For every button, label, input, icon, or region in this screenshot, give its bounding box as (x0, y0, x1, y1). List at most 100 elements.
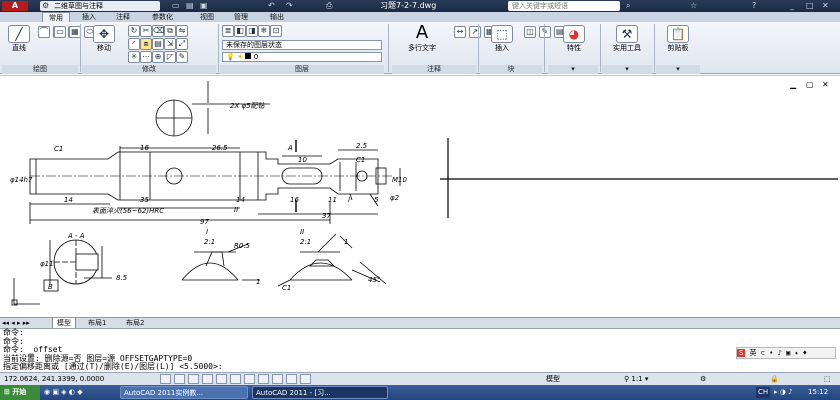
snap-toggle[interactable] (160, 374, 171, 384)
ime-toolbar[interactable]: S 英 ⊂ • ♪ ▣ ✦ ♦ (736, 347, 836, 359)
insert-button[interactable]: ⬚ 插入 (482, 25, 522, 53)
annotation-scale[interactable]: ⚲ 1:1 ▾ (624, 373, 648, 385)
lock-icon[interactable]: 🔒 (770, 373, 779, 385)
minimize-button[interactable]: _ (790, 0, 794, 12)
drawing-canvas[interactable]: ▁ ▢ ✕ 2X φ5配钻 C1 16 26.5 A 10 2.5 C1 φ14… (0, 75, 840, 316)
mirror-icon[interactable]: ⇋ (176, 25, 188, 37)
redo-icon[interactable]: ↷ (286, 0, 293, 12)
layer-isolate-icon[interactable]: ◧ (234, 25, 246, 37)
create-block-icon[interactable]: ◫ (524, 26, 536, 38)
layer-off-icon[interactable]: ◨ (246, 25, 258, 37)
explode-icon[interactable]: ✳ (128, 51, 140, 63)
chamfer-dim: C1 (54, 145, 63, 153)
group-label-layers[interactable]: 图层 (220, 65, 384, 74)
utilities-expander[interactable]: ▾ (602, 65, 652, 74)
layer-properties-icon[interactable]: ≣ (222, 25, 234, 37)
layer-state-dropdown[interactable]: 未保存的图层状态 (222, 40, 382, 50)
undo-icon[interactable]: ↶ (268, 0, 275, 12)
star-icon[interactable]: ☆ (690, 0, 697, 12)
print-icon[interactable]: ⎙ (326, 0, 332, 12)
new-icon[interactable]: ▭ (172, 0, 180, 12)
taskbar-item[interactable]: AutoCAD 2011实例教... (120, 386, 248, 399)
start-button[interactable]: ⊞ 开始 (0, 385, 40, 400)
3d-osnap-toggle[interactable] (230, 374, 241, 384)
layer-freeze-icon[interactable]: ❄ (258, 25, 270, 37)
dim-11: 11 (328, 196, 337, 204)
clean-screen-icon[interactable]: ⬚ (824, 373, 831, 385)
search-icon[interactable]: ⌕ (626, 0, 630, 12)
polyline-icon[interactable]: ⌒ (38, 26, 50, 38)
save-icon[interactable]: ▣ (200, 0, 208, 12)
coordinate-readout: 172.0624, 241.3399, 0.0000 (4, 375, 105, 383)
ortho-toggle[interactable] (188, 374, 199, 384)
lineweight-toggle[interactable] (286, 374, 297, 384)
command-prompt[interactable]: 指定偏移距离或 [通过(T)/删除(E)/图层(L)] <5.5000>: (3, 363, 840, 372)
clipboard-button[interactable]: 📋 剪贴板 (658, 25, 698, 53)
dimension-icon[interactable]: ↔ (454, 26, 466, 38)
command-window[interactable]: 命令: 命令: 命令: _offset 当前设置: 删除源=否 图层=源 OFF… (0, 328, 840, 372)
stretch-icon[interactable]: ⇲ (164, 38, 176, 50)
array-icon[interactable]: ▤ (152, 38, 164, 50)
close-button[interactable]: ✕ (822, 0, 829, 12)
fillet-icon[interactable]: ◜ (128, 38, 140, 50)
properties-expander[interactable]: ▾ (548, 65, 598, 74)
join-icon[interactable]: ⊕ (152, 51, 164, 63)
model-space-button[interactable]: 模型 (546, 373, 560, 385)
scale-icon[interactable]: ⤢ (176, 38, 188, 50)
grid-toggle[interactable] (174, 374, 185, 384)
tab-home[interactable]: 常用 (42, 12, 70, 22)
properties-button[interactable]: ◕ 特性 (556, 25, 592, 53)
group-label-draw[interactable]: 绘图 (2, 65, 78, 74)
line-button[interactable]: ╱ 直线 (4, 25, 34, 53)
chamfer-icon[interactable]: ◸ (164, 51, 176, 63)
tab-annotate[interactable]: 注释 (110, 12, 136, 22)
windows-logo-icon: ⊞ (4, 388, 10, 396)
taskbar-item-active[interactable]: AutoCAD 2011 - [习... (252, 386, 388, 399)
search-input[interactable]: 键入关键字或短语 (508, 1, 620, 11)
ime-indicator[interactable]: CH (756, 387, 771, 398)
clipboard-expander[interactable]: ▾ (656, 65, 700, 74)
layer-dropdown[interactable]: 💡 ☀ 0 (222, 52, 382, 62)
edit-icon[interactable]: ✎ (176, 51, 188, 63)
offset-icon[interactable]: ⧈ (140, 38, 152, 50)
osnap-toggle[interactable] (216, 374, 227, 384)
utilities-button[interactable]: ⚒ 实用工具 (604, 25, 650, 53)
tab-parametric[interactable]: 参数化 (146, 12, 179, 22)
dim-35: 35 (140, 196, 149, 204)
tab-manage[interactable]: 管理 (228, 12, 254, 22)
layer-lock-icon[interactable]: ⊡ (270, 25, 282, 37)
tab-view[interactable]: 视图 (194, 12, 220, 22)
group-label-annotation[interactable]: 注释 (392, 65, 476, 74)
break-icon[interactable]: ⋯ (140, 51, 152, 63)
rectangle-icon[interactable]: ▭ (54, 26, 66, 38)
window-title: 习题7-2-7.dwg (380, 1, 437, 10)
quick-launch[interactable]: ◉ ▣ ◈ ◐ ◆ (44, 385, 83, 400)
ime-lang-icon: 英 ⊂ • ♪ ▣ ✦ ♦ (749, 349, 808, 357)
tab-output[interactable]: 输出 (264, 12, 290, 22)
group-label-block[interactable]: 块 (480, 65, 542, 74)
chamfer-dim: C1 (356, 156, 365, 164)
copy-icon[interactable]: ⧉ (164, 25, 176, 37)
move-button[interactable]: ✥ 移动 (84, 25, 124, 53)
dyn-toggle[interactable] (272, 374, 283, 384)
detail-ii-scale: 2:1 (300, 238, 311, 246)
tray-icons[interactable]: ▸ ◑ ♪ (774, 385, 793, 400)
leader-icon[interactable]: ↗ (468, 26, 481, 38)
ducs-toggle[interactable] (258, 374, 269, 384)
trim-icon[interactable]: ✂ (140, 25, 152, 37)
maximize-button[interactable]: □ (806, 0, 814, 12)
otrack-toggle[interactable] (244, 374, 255, 384)
group-label-modify[interactable]: 修改 (82, 65, 216, 74)
tab-insert[interactable]: 插入 (76, 12, 102, 22)
rotate-icon[interactable]: ↻ (128, 25, 140, 37)
qp-toggle[interactable] (300, 374, 311, 384)
mtext-button[interactable]: A 多行文字 (394, 23, 450, 53)
detail-i-title: I (206, 228, 208, 236)
erase-icon[interactable]: ⌫ (152, 25, 164, 37)
open-icon[interactable]: ▤ (186, 0, 194, 12)
help-icon[interactable]: ? (752, 0, 756, 12)
workspace-selector[interactable]: ⚙ 二维草图与注释 (40, 1, 160, 11)
polar-toggle[interactable] (202, 374, 213, 384)
workspace-switch-icon[interactable]: ⚙ (700, 373, 706, 385)
autocad-logo-icon[interactable]: A (2, 1, 28, 11)
